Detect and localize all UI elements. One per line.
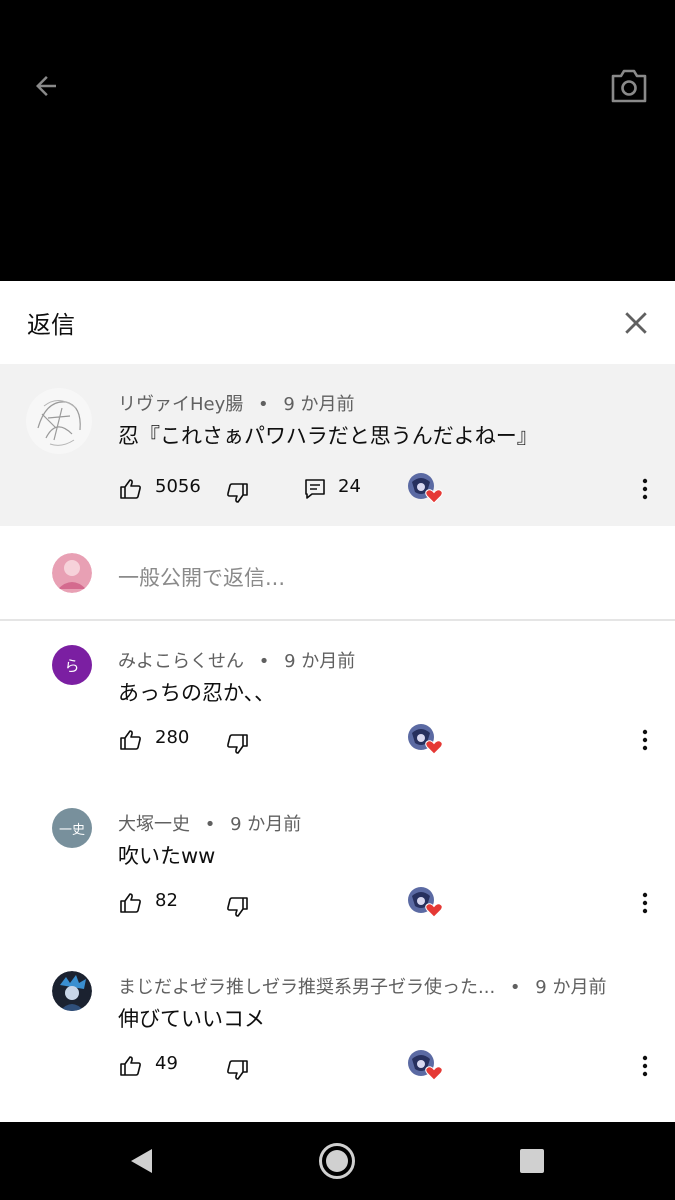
like-count: 49 [155,1053,178,1074]
creator-heart [407,1049,447,1085]
panel-header: 返信 [0,281,675,364]
nav-recents-icon [520,1149,544,1173]
meta-separator: • [204,814,216,835]
dislike-button[interactable] [220,478,254,508]
dislike-button[interactable] [220,729,254,759]
comment-meta: みよこらくせん • 9 か月前 [118,647,355,673]
thumbs-down-icon [227,483,248,503]
comment-text: あっちの忍か、、 [118,681,276,705]
thumbs-up-icon [120,1056,141,1076]
meta-separator: • [509,977,521,998]
thumbs-down-icon [227,897,248,917]
heart-icon [425,740,443,755]
dislike-button[interactable] [220,892,254,922]
more-vert-icon [642,892,648,914]
creator-heart [407,886,447,922]
comment-time[interactable]: 9 か月前 [283,394,354,415]
creator-heart [407,723,447,759]
reply-item: ら みよこらくせん • 9 か月前 あっちの忍か、、 280 [0,621,675,784]
creator-heart [407,472,447,508]
comment-meta: 大塚一史 • 9 か月前 [118,810,301,836]
like-button[interactable] [114,474,148,504]
thumbs-up-icon [120,730,141,750]
more-vert-icon [642,729,648,751]
replies-panel: 返信 リヴァイHey腸 • 9 か月前 忍『これさぁパワハラだと思うんだよねー』 [0,281,675,1122]
system-nav-bar [0,1122,675,1200]
back-arrow-icon [36,76,56,96]
reply-icon [305,479,325,499]
more-options-button[interactable] [630,888,660,918]
avatar[interactable]: ら [52,645,92,685]
nav-back-icon [131,1149,152,1173]
more-options-button[interactable] [630,725,660,755]
reply-item: 一史 大塚一史 • 9 か月前 吹いたww 82 [0,784,675,947]
panel-title: 返信 [27,311,75,339]
reply-input[interactable]: 一般公開で返信... [118,562,285,592]
close-icon [625,312,647,334]
like-count: 280 [155,727,190,748]
parent-comment: リヴァイHey腸 • 9 か月前 忍『これさぁパワハラだと思うんだよねー』 50… [0,364,675,526]
reply-button[interactable] [300,474,330,504]
thumbs-down-icon [227,734,248,754]
comment-author[interactable]: まじだよゼラ推しゼラ推奨系男子ゼラ使った... [118,977,495,998]
like-button[interactable] [114,725,148,755]
camera-icon [611,69,647,103]
camera-button[interactable] [604,62,654,110]
nav-home-button[interactable] [307,1136,367,1186]
comment-meta: まじだよゼラ推しゼラ推奨系男子ゼラ使った... • 9 か月前 [118,973,606,999]
like-button[interactable] [114,1051,148,1081]
nav-home-icon [319,1143,355,1179]
avatar[interactable]: 一史 [52,808,92,848]
heart-icon [425,903,443,918]
heart-icon [425,1066,443,1081]
avatar[interactable] [52,971,92,1011]
like-button[interactable] [114,888,148,918]
comment-text: 伸びていいコメ [118,1007,265,1031]
reply-count: 24 [338,476,361,497]
meta-separator: • [258,651,270,672]
heart-icon [425,489,443,504]
reply-input-row[interactable]: 一般公開で返信... [0,526,675,619]
comment-author[interactable]: 大塚一史 [118,814,190,835]
like-count: 5056 [155,476,201,497]
nav-back-button[interactable] [111,1136,171,1186]
comment-text: 忍『これさぁパワハラだと思うんだよねー』 [118,424,538,448]
close-button[interactable] [614,301,658,345]
dislike-button[interactable] [220,1055,254,1085]
back-button[interactable] [22,64,70,108]
comment-author[interactable]: リヴァイHey腸 [118,394,243,415]
comment-meta: リヴァイHey腸 • 9 か月前 [118,390,355,416]
more-vert-icon [642,478,648,500]
comment-time[interactable]: 9 か月前 [535,977,606,998]
more-options-button[interactable] [630,474,660,504]
like-count: 82 [155,890,178,911]
thumbs-down-icon [227,1060,248,1080]
meta-separator: • [258,394,269,415]
reply-item: まじだよゼラ推しゼラ推奨系男子ゼラ使った... • 9 か月前 伸びていいコメ … [0,947,675,1110]
user-avatar [52,553,92,593]
comment-time[interactable]: 9 か月前 [230,814,301,835]
thumbs-up-icon [120,479,141,499]
comment-text: 吹いたww [118,844,216,868]
avatar[interactable] [26,388,92,454]
more-options-button[interactable] [630,1051,660,1081]
thumbs-up-icon [120,893,141,913]
video-area [0,0,675,281]
comment-author[interactable]: みよこらくせん [118,651,244,672]
comment-time[interactable]: 9 か月前 [284,651,355,672]
nav-recents-button[interactable] [502,1136,562,1186]
more-vert-icon [642,1055,648,1077]
